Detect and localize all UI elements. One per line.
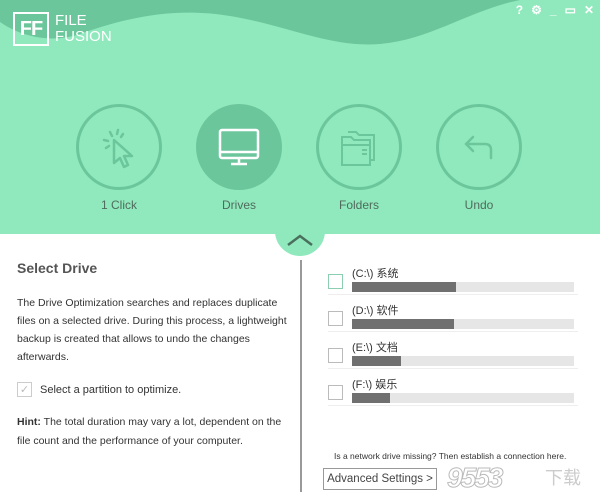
nav-circle-active[interactable] <box>196 104 282 190</box>
hint-label: Hint: <box>17 416 41 428</box>
drive-usage-fill <box>352 282 457 292</box>
logo-line-1: FILE <box>55 12 87 29</box>
section-title: Select Drive <box>17 260 98 276</box>
logo-text: FILE FUSION <box>55 13 112 45</box>
description-text: The Drive Optimization searches and repl… <box>17 297 287 363</box>
network-drive-link[interactable]: Is a network drive missing? Then establi… <box>334 451 566 461</box>
nav-circle[interactable] <box>436 104 522 190</box>
watermark-suffix: 下载 <box>545 468 581 488</box>
drive-usage-fill <box>352 393 390 403</box>
close-icon[interactable]: ✕ <box>584 3 594 17</box>
undo-arrow-icon <box>464 135 493 160</box>
help-icon[interactable]: ? <box>516 3 523 17</box>
nav-circle[interactable] <box>76 104 162 190</box>
minimize-icon[interactable]: _ <box>550 3 557 17</box>
collapse-header-button[interactable] <box>275 206 325 256</box>
nav-item-undo[interactable]: Undo <box>434 104 524 212</box>
nav-circle[interactable] <box>316 104 402 190</box>
drive-item-d[interactable]: (D:\) 软件 <box>328 295 578 332</box>
drive-label: (D:\) 软件 <box>352 305 399 317</box>
drive-item-e[interactable]: (E:\) 文档 <box>328 332 578 369</box>
gear-icon[interactable]: ⚙ <box>531 3 542 17</box>
drive-usage-bar <box>352 393 574 403</box>
partition-check-row: ✓ Select a partition to optimize. <box>17 382 287 397</box>
nav-label: 1 Click <box>100 198 137 212</box>
nav-label: Drives <box>221 198 256 212</box>
drive-info: (C:\) 系统 <box>352 265 578 292</box>
drive-label: (E:\) 文档 <box>352 342 398 354</box>
drive-info: (E:\) 文档 <box>352 339 578 366</box>
maximize-icon[interactable]: ▭ <box>565 3 576 17</box>
drive-info: (D:\) 软件 <box>352 302 578 329</box>
nav-label: Folders <box>338 198 379 212</box>
drive-checkbox[interactable] <box>328 311 343 326</box>
panel-divider <box>300 260 302 492</box>
window-controls: ? ⚙ _ ▭ ✕ <box>516 3 594 17</box>
advanced-settings-button[interactable]: Advanced Settings > <box>323 468 437 490</box>
drive-usage-fill <box>352 356 401 366</box>
drive-usage-bar <box>352 319 574 329</box>
drive-label: (F:\) 娱乐 <box>352 379 398 391</box>
cursor-click-icon <box>102 128 134 169</box>
drive-checkbox[interactable] <box>328 274 343 289</box>
drive-item-c[interactable]: (C:\) 系统 <box>328 258 578 295</box>
drive-label: (C:\) 系统 <box>352 268 399 280</box>
monitor-icon <box>218 128 260 166</box>
drive-usage-fill <box>352 319 455 329</box>
left-panel: Select Drive The Drive Optimization sear… <box>17 260 287 451</box>
check-label: Select a partition to optimize. <box>40 383 182 396</box>
drive-item-f[interactable]: (F:\) 娱乐 <box>328 369 578 406</box>
hint-text: Hint: The total duration may vary a lot,… <box>17 413 287 451</box>
nav-item-folders[interactable]: Folders <box>314 104 404 212</box>
drive-list: (C:\) 系统 (D:\) 软件 (E:\) 文档 (F:\) 娱乐 <box>328 258 578 406</box>
logo-mark: FF <box>13 12 49 46</box>
nav-label: Undo <box>464 198 494 212</box>
nav-item-drives[interactable]: Drives <box>194 104 284 212</box>
folders-icon <box>341 131 375 166</box>
hint-body: The total duration may vary a lot, depen… <box>17 416 282 447</box>
logo-line-2: FUSION <box>55 28 112 45</box>
drive-usage-bar <box>352 356 574 366</box>
chevron-up-icon <box>287 234 313 246</box>
checkmark-icon: ✓ <box>17 382 32 397</box>
drive-checkbox[interactable] <box>328 348 343 363</box>
watermark-logo: 9553 <box>446 462 503 494</box>
app-logo: FF FILE FUSION <box>13 12 112 46</box>
drive-usage-bar <box>352 282 574 292</box>
header: FF FILE FUSION ? ⚙ _ ▭ ✕ 1 Click Drives … <box>0 0 600 234</box>
drive-info: (F:\) 娱乐 <box>352 376 578 403</box>
nav-item-1-click[interactable]: 1 Click <box>74 104 164 212</box>
drive-checkbox[interactable] <box>328 385 343 400</box>
